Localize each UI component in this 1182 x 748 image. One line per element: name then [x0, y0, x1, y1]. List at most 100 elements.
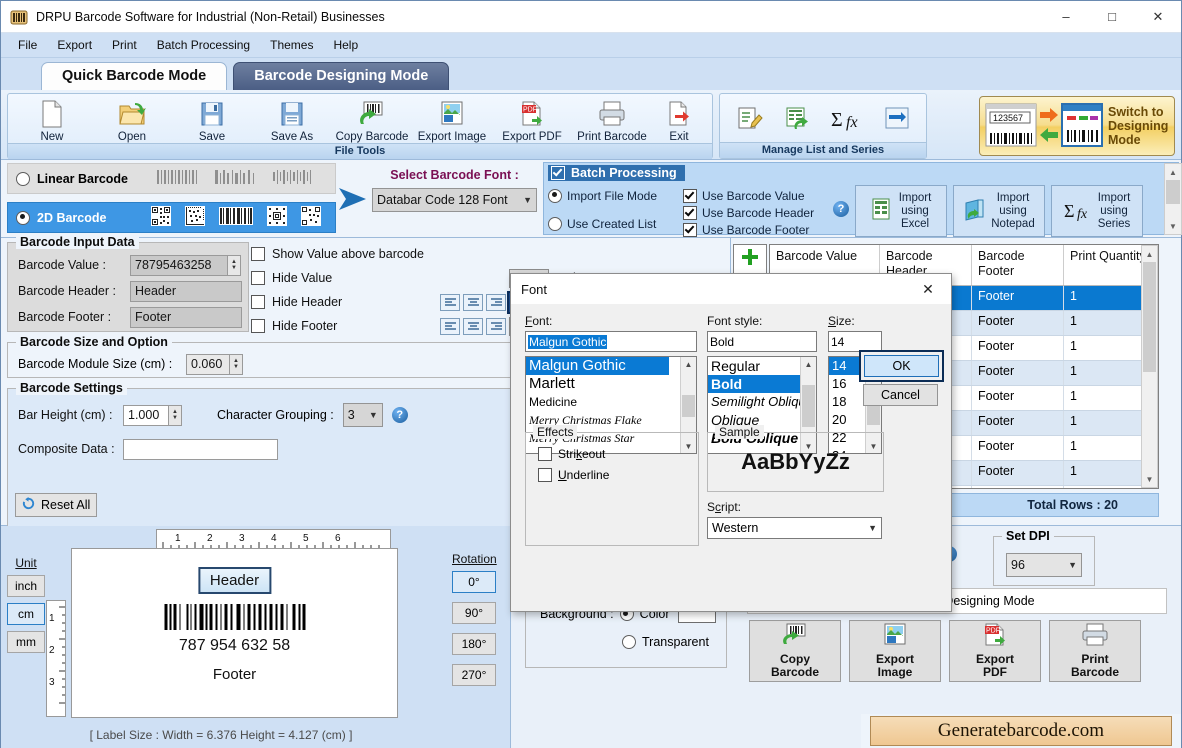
preview-footer-text[interactable]: Footer [72, 666, 397, 683]
barcode-value-spinner[interactable]: ▲ ▼ [228, 254, 241, 276]
unit-button-inch[interactable]: inch [7, 575, 45, 597]
tab-barcode-designing-mode[interactable]: Barcode Designing Mode [233, 62, 450, 90]
style-list-item[interactable]: Bold [708, 375, 803, 393]
batch-help-icon[interactable]: ? [833, 201, 849, 217]
ribbon-button-excel-import[interactable] [774, 102, 824, 136]
linear-barcode-option[interactable]: Linear Barcode [7, 163, 336, 194]
maximize-button[interactable]: □ [1089, 1, 1135, 32]
2d-barcode-radio[interactable] [16, 210, 30, 225]
scroll-up-icon[interactable]: ▲ [1165, 164, 1181, 180]
ribbon-button-exit[interactable]: Exit [652, 97, 706, 143]
use-barcode-footer-checkbox[interactable] [683, 222, 697, 237]
import-using-excel-button[interactable]: Import using Excel [855, 185, 947, 237]
unit-button-mm[interactable]: mm [7, 631, 45, 653]
rotation-button-90[interactable]: 90° [452, 602, 496, 624]
scroll-thumb[interactable] [682, 395, 695, 417]
use-barcode-value-checkbox[interactable] [683, 188, 697, 203]
show-value-above-row[interactable]: Show Value above barcode [251, 242, 731, 266]
ribbon-button-series[interactable]: Σfx [823, 102, 873, 136]
table-scrollbar[interactable]: ▲ ▼ [1141, 245, 1158, 488]
ribbon-button-export-pdf[interactable]: PDF Export PDF [492, 97, 572, 143]
strikeout-checkbox[interactable] [538, 447, 552, 461]
close-button[interactable]: ✕ [1135, 1, 1181, 32]
export-pdf-button[interactable]: PDF Export PDF [949, 620, 1041, 682]
hide-value-checkbox[interactable] [251, 271, 265, 285]
ribbon-button-new[interactable]: New [12, 97, 92, 143]
use-barcode-header-checkbox[interactable] [683, 205, 697, 220]
rotation-button-270[interactable]: 270° [452, 664, 496, 686]
barcode-footer-input[interactable]: Footer [130, 306, 242, 328]
scroll-up-icon[interactable]: ▲ [1142, 246, 1157, 262]
minimize-button[interactable]: – [1043, 1, 1089, 32]
footer-align-left-button[interactable] [440, 317, 460, 335]
header-align-right-button[interactable] [486, 293, 506, 311]
menu-item-file[interactable]: File [9, 35, 46, 55]
ribbon-button-edit-list[interactable] [724, 102, 774, 136]
scroll-thumb[interactable] [802, 385, 815, 427]
use-created-list-radio[interactable] [548, 216, 562, 231]
preview-header-text[interactable]: Header [197, 567, 272, 594]
font-list-item[interactable]: Marlett [526, 375, 696, 393]
barcode-font-select[interactable]: Databar Code 128 Font ▼ [372, 188, 537, 212]
scroll-thumb[interactable] [1166, 180, 1180, 204]
bar-height-spinner[interactable]: ▲ ▼ [169, 404, 182, 426]
font-style-input[interactable]: Bold [707, 331, 817, 352]
hide-footer-checkbox[interactable] [251, 319, 265, 333]
export-image-button[interactable]: Export Image [849, 620, 941, 682]
import-file-mode-radio[interactable] [548, 188, 562, 203]
linear-barcode-radio[interactable] [16, 171, 30, 186]
menu-item-batch-processing[interactable]: Batch Processing [148, 35, 259, 55]
reset-all-button[interactable]: Reset All [15, 493, 97, 517]
ribbon-button-copy-barcode[interactable]: Copy Barcode [332, 97, 412, 143]
font-list-item[interactable]: Medicine [526, 393, 696, 411]
header-align-left-button[interactable] [440, 293, 460, 311]
font-size-input[interactable]: 14 [828, 331, 882, 352]
tab-quick-barcode-mode[interactable]: Quick Barcode Mode [41, 62, 228, 90]
barcode-header-input[interactable]: Header [130, 280, 242, 302]
module-size-spinner[interactable]: ▲ ▼ [230, 353, 243, 375]
switch-to-designing-mode-button[interactable]: 123567 Switch to Designing Mode [979, 96, 1175, 156]
add-row-button[interactable] [733, 244, 767, 274]
ribbon-button-save-as[interactable]: Save As [252, 97, 332, 143]
bar-height-input[interactable]: 1.000 [123, 404, 169, 426]
rotation-button-0[interactable]: 0° [452, 571, 496, 593]
barcode-canvas[interactable]: Header 787 954 632 58 Footer [71, 548, 398, 718]
ribbon-button-print-barcode[interactable]: Print Barcode [572, 97, 652, 143]
font-dialog-ok-button[interactable]: OK [864, 355, 939, 377]
ribbon-button-open[interactable]: Open [92, 97, 172, 143]
underline-row[interactable]: Underline [538, 468, 698, 482]
composite-data-input[interactable] [123, 438, 278, 460]
script-select[interactable]: Western ▼ [707, 517, 882, 539]
use-created-list-option[interactable]: Use Created List [548, 215, 683, 232]
scroll-thumb[interactable] [1143, 262, 1156, 372]
show-value-above-checkbox[interactable] [251, 247, 265, 261]
font-list-item[interactable]: Malgun Gothic [526, 357, 669, 375]
background-transparent-radio[interactable] [622, 635, 636, 649]
character-grouping-select[interactable]: 3 ▼ [342, 403, 383, 427]
ribbon-button-swap[interactable] [873, 102, 923, 136]
import-using-notepad-button[interactable]: Import using Notepad [953, 185, 1045, 237]
font-dialog-close-icon[interactable]: ✕ [911, 275, 945, 303]
scroll-up-icon[interactable]: ▲ [681, 357, 696, 371]
ribbon-button-save[interactable]: Save [172, 97, 252, 143]
dpi-select[interactable]: 96 ▼ [1006, 553, 1082, 577]
batch-scrollbar[interactable]: ▲ ▼ [1164, 163, 1182, 235]
font-dialog-cancel-button[interactable]: Cancel [863, 384, 938, 406]
barcode-value-input[interactable]: 78795463258 [130, 254, 228, 276]
menu-item-themes[interactable]: Themes [261, 35, 322, 55]
scroll-up-icon[interactable]: ▲ [801, 357, 816, 371]
underline-checkbox[interactable] [538, 468, 552, 482]
scroll-down-icon[interactable]: ▼ [1165, 218, 1181, 234]
menu-item-print[interactable]: Print [103, 35, 146, 55]
use-barcode-header-option[interactable]: Use Barcode Header [683, 204, 833, 221]
column-header-barcode-footer[interactable]: Barcode Footer [972, 245, 1064, 285]
print-barcode-button[interactable]: Print Barcode [1049, 620, 1141, 682]
copy-barcode-button[interactable]: Copy Barcode [749, 620, 841, 682]
batch-processing-checkbox[interactable] [551, 166, 565, 180]
footer-align-center-button[interactable] [463, 317, 483, 335]
import-using-series-button[interactable]: Σfx Import using Series [1051, 185, 1143, 237]
header-align-center-button[interactable] [463, 293, 483, 311]
hide-header-checkbox[interactable] [251, 295, 265, 309]
2d-barcode-option[interactable]: 2D Barcode [7, 202, 336, 233]
use-barcode-footer-option[interactable]: Use Barcode Footer [683, 221, 833, 238]
